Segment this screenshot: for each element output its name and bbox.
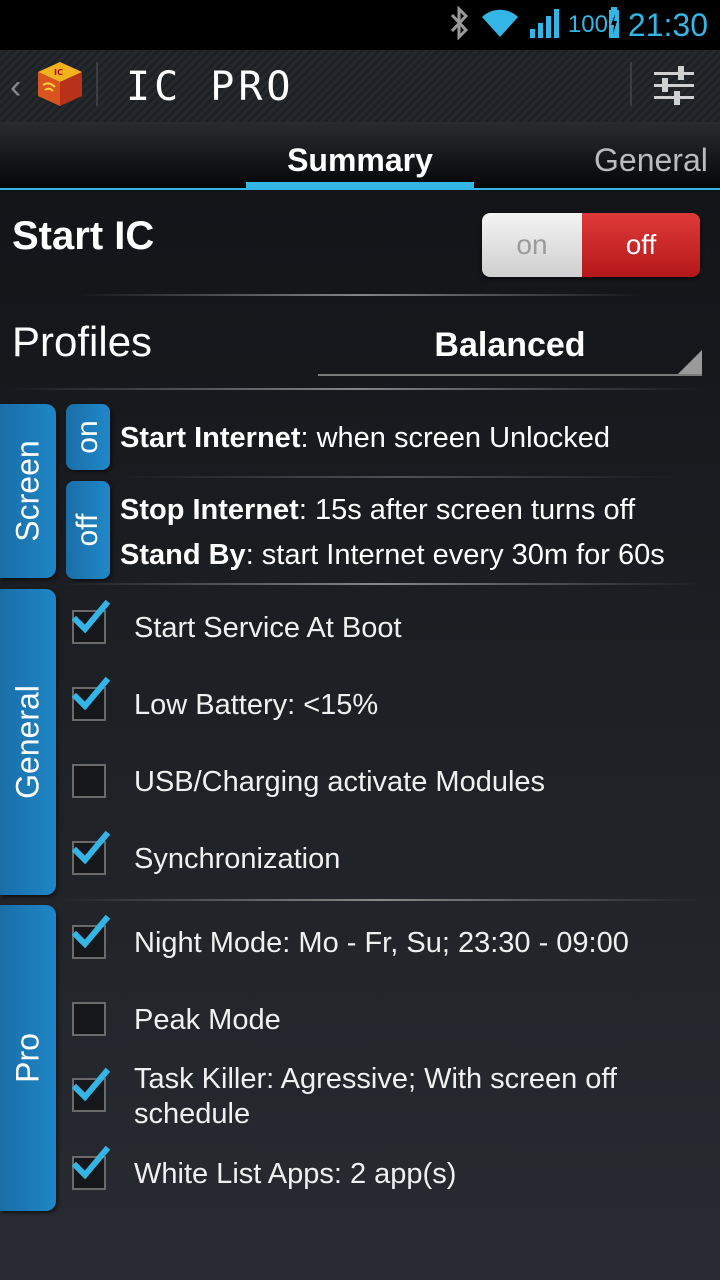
checkbox-checked[interactable] bbox=[71, 830, 110, 875]
divider bbox=[118, 476, 678, 478]
tab-bar: Summary General bbox=[0, 122, 720, 190]
general-option-label: USB/Charging activate Modules bbox=[134, 766, 546, 798]
general-section-tab: General bbox=[0, 589, 56, 895]
svg-text:IC: IC bbox=[54, 68, 63, 77]
general-section-label: General bbox=[9, 685, 46, 799]
battery-level: 100 bbox=[567, 11, 608, 38]
standby-rule[interactable]: Stand By: start Internet every 30m for 6… bbox=[120, 539, 665, 572]
tab-indicator bbox=[246, 182, 474, 188]
checkbox-checked[interactable] bbox=[71, 599, 110, 644]
pro-option-label: Night Mode: Mo - Fr, Su; 23:30 - 09:00 bbox=[134, 927, 629, 959]
pro-section-label: Pro bbox=[9, 1033, 46, 1083]
signal-icon bbox=[528, 7, 560, 44]
checkbox-unchecked[interactable] bbox=[72, 1002, 106, 1036]
general-option-label: Low Battery: <15% bbox=[134, 689, 379, 721]
status-bar: 100 21:30 bbox=[0, 0, 720, 50]
screen-off-tag: off bbox=[66, 481, 110, 579]
divider bbox=[630, 62, 632, 106]
profile-spinner[interactable]: Balanced bbox=[318, 320, 702, 376]
pro-section-tab: Pro bbox=[0, 905, 56, 1211]
start-ic-toggle[interactable]: on off bbox=[482, 213, 700, 277]
divider bbox=[60, 899, 700, 901]
clock: 21:30 bbox=[627, 6, 708, 43]
screen-on-rule[interactable]: Start Internet: when screen Unlocked bbox=[120, 422, 610, 455]
checkbox-checked[interactable] bbox=[71, 676, 110, 721]
profiles-label: Profiles bbox=[12, 318, 153, 365]
app-logo-icon[interactable]: IC bbox=[34, 58, 86, 110]
general-option-label: Start Service At Boot bbox=[134, 612, 402, 644]
wifi-icon bbox=[480, 7, 520, 44]
general-option-label: Synchronization bbox=[134, 843, 341, 875]
settings-sliders-icon[interactable] bbox=[652, 64, 696, 108]
start-ic-title: Start IC bbox=[12, 214, 155, 258]
divider bbox=[80, 294, 640, 296]
checkbox-checked[interactable] bbox=[71, 914, 110, 959]
up-chevron-icon[interactable]: ‹ bbox=[10, 68, 21, 107]
toggle-on-option[interactable]: on bbox=[482, 213, 582, 277]
pro-option-label: White List Apps: 2 app(s) bbox=[134, 1158, 457, 1190]
divider bbox=[96, 62, 98, 106]
spinner-arrow-icon bbox=[678, 350, 702, 374]
checkbox-checked[interactable] bbox=[71, 1145, 110, 1190]
screen-on-tag: on bbox=[66, 404, 110, 470]
bluetooth-icon bbox=[448, 4, 472, 45]
checkbox-checked[interactable] bbox=[71, 1067, 110, 1112]
screen-section-label: Screen bbox=[9, 440, 46, 542]
tab-summary[interactable]: Summary bbox=[246, 142, 474, 179]
battery-charging-icon bbox=[608, 6, 620, 44]
toggle-off-option[interactable]: off bbox=[582, 213, 700, 277]
divider bbox=[10, 388, 700, 390]
action-bar: ‹ IC IC PRO bbox=[0, 50, 720, 122]
tab-general[interactable]: General bbox=[594, 142, 708, 179]
pro-option-label: Task Killer: Agressive; With screen off … bbox=[134, 1063, 617, 1130]
checkbox-unchecked[interactable] bbox=[72, 764, 106, 798]
divider bbox=[60, 583, 700, 585]
pro-option-label: Peak Mode bbox=[134, 1004, 281, 1036]
profile-selected-value: Balanced bbox=[434, 326, 586, 364]
screen-section-tab: Screen bbox=[0, 404, 56, 578]
screen-off-rule[interactable]: Stop Internet: 15s after screen turns of… bbox=[120, 494, 635, 527]
app-title: IC PRO bbox=[126, 64, 295, 110]
